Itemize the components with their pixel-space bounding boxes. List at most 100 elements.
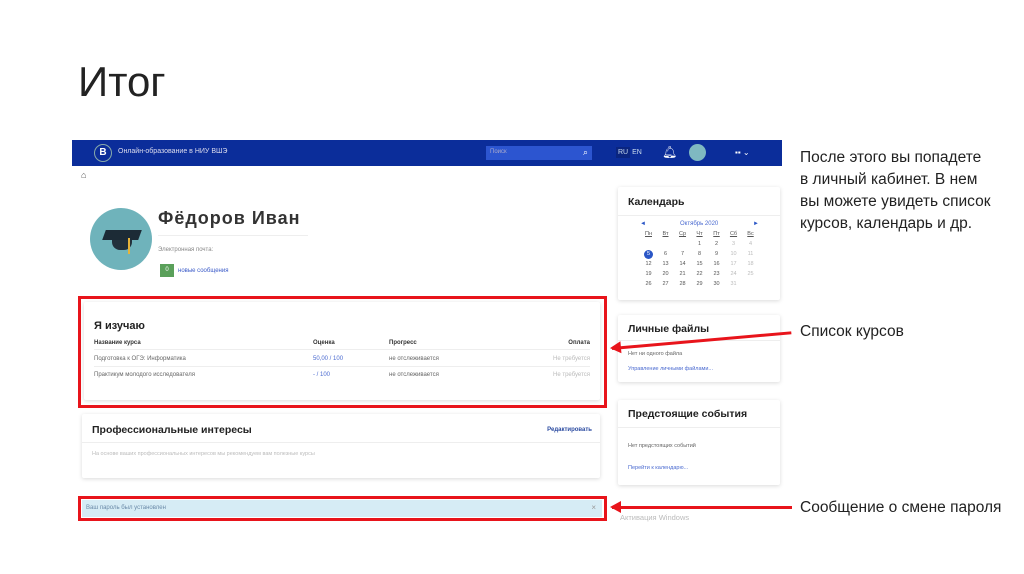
calendar-title: Календарь: [628, 196, 685, 208]
search-icon[interactable]: ⌕: [583, 147, 588, 158]
hse-logo-icon[interactable]: В: [94, 144, 112, 162]
chevron-down-icon[interactable]: ⌄: [743, 148, 750, 157]
calendar-day[interactable]: 8: [691, 249, 708, 259]
calendar-day[interactable]: 9: [708, 249, 725, 259]
calendar-day[interactable]: 28: [674, 279, 691, 289]
user-menu[interactable]: ▪▪ ⌄: [735, 148, 750, 157]
calendar-day[interactable]: 13: [657, 259, 674, 269]
events-empty: Нет предстоящих событий: [628, 443, 696, 449]
calendar-day[interactable]: 23: [708, 269, 725, 279]
calendar-day[interactable]: 22: [691, 269, 708, 279]
alert-text: Ваш пароль был установлен: [86, 505, 166, 511]
calendar-day[interactable]: 6: [657, 249, 674, 259]
calendar-day[interactable]: 30: [708, 279, 725, 289]
course-name[interactable]: Практикум молодого исследователя: [94, 372, 195, 378]
screenshot: В Онлайн-образование в НИУ ВШЭ Поиск ⌕ RU…: [72, 140, 782, 530]
weekday-label: Вт: [662, 231, 669, 237]
slide-description: После этого вы попадете в личный кабинет…: [800, 147, 991, 235]
weekday-label: Пн: [645, 231, 652, 237]
events-card: Предстоящие события Нет предстоящих собы…: [618, 400, 780, 485]
email-label: Электронная почта:: [158, 247, 214, 253]
course-progress: не отслеживается: [389, 356, 439, 362]
lang-en[interactable]: EN: [632, 149, 642, 156]
calendar-day[interactable]: 2: [708, 239, 725, 249]
courses-card: Я изучаю Название курса Оценка Прогресс …: [84, 302, 600, 400]
calendar-month: Октябрь 2020: [680, 221, 719, 227]
manage-files-link[interactable]: Управление личными файлами...: [628, 366, 713, 372]
calendar-day[interactable]: 18: [742, 259, 759, 269]
brand-link[interactable]: Онлайн-образование в НИУ ВШЭ: [118, 148, 227, 155]
arrow-password: [610, 501, 792, 513]
next-month-button[interactable]: ►: [753, 221, 759, 227]
description-line: После этого вы попадете: [800, 149, 982, 166]
close-alert-button[interactable]: ×: [591, 503, 596, 512]
calendar-day[interactable]: 29: [691, 279, 708, 289]
interests-title: Профессиональные интересы: [92, 424, 252, 436]
calendar-day[interactable]: 25: [742, 269, 759, 279]
go-to-calendar-link[interactable]: Перейти к календарю...: [628, 465, 688, 471]
calendar-day[interactable]: 31: [725, 279, 742, 289]
calendar-day[interactable]: 26: [640, 279, 657, 289]
calendar-day: [674, 239, 691, 249]
calendar-day: [640, 239, 657, 249]
language-switcher[interactable]: RU EN: [616, 147, 642, 158]
description-line: вы можете увидеть список: [800, 193, 991, 210]
col-grade: Оценка: [313, 340, 335, 346]
weekday-label: Вс: [747, 231, 754, 237]
course-grade[interactable]: - / 100: [313, 372, 330, 378]
today-marker[interactable]: 5: [644, 249, 653, 259]
calendar-day[interactable]: 20: [657, 269, 674, 279]
top-navbar: В Онлайн-образование в НИУ ВШЭ Поиск ⌕ RU…: [72, 140, 782, 166]
col-payment: Оплата: [568, 340, 590, 346]
description-line: курсов, календарь и др.: [800, 215, 973, 232]
calendar-grid: Пн Вт Ср Чт Пт Сб Вс 1 2 3 4 5 6 7 8 9 10 11 12 13 14 15 16 17 1…: [640, 229, 759, 289]
events-title: Предстоящие события: [628, 408, 748, 420]
bell-icon[interactable]: 🔔︎: [662, 145, 677, 159]
weekday-label: Сб: [729, 231, 738, 237]
home-icon[interactable]: ⌂: [81, 170, 86, 180]
messages-count-badge[interactable]: 0: [160, 264, 174, 277]
search-placeholder: Поиск: [490, 149, 507, 155]
interests-card: Профессиональные интересы Редактировать …: [82, 414, 600, 478]
calendar-day[interactable]: 10: [725, 249, 742, 259]
calendar-day[interactable]: 15: [691, 259, 708, 269]
calendar-day: [742, 279, 759, 289]
calendar-day[interactable]: 7: [674, 249, 691, 259]
calendar-day[interactable]: 12: [640, 259, 657, 269]
password-alert: Ваш пароль был установлен ×: [82, 500, 602, 517]
new-messages-link[interactable]: новые сообщения: [178, 268, 228, 274]
course-payment: Не требуется: [553, 356, 590, 362]
calendar-day[interactable]: 14: [674, 259, 691, 269]
description-line: в личный кабинет. В нем: [800, 171, 978, 188]
user-avatar[interactable]: [689, 144, 706, 161]
course-payment: Не требуется: [553, 372, 590, 378]
courses-label: Список курсов: [800, 323, 904, 340]
weekday-label: Пт: [713, 231, 720, 237]
course-name[interactable]: Подготовка к ОГЭ: Информатика: [94, 356, 186, 362]
calendar-day[interactable]: 19: [640, 269, 657, 279]
weekday-label: Ср: [678, 231, 687, 237]
user-name: Фёдоров Иван: [158, 208, 308, 236]
weekday-label: Чт: [696, 231, 703, 237]
course-grade[interactable]: 50,00 / 100: [313, 356, 343, 362]
profile-avatar: [90, 208, 152, 270]
search-input[interactable]: Поиск ⌕: [486, 146, 592, 160]
calendar-day[interactable]: 16: [708, 259, 725, 269]
calendar-day[interactable]: 17: [725, 259, 742, 269]
calendar-day[interactable]: 27: [657, 279, 674, 289]
calendar-day[interactable]: 4: [742, 239, 759, 249]
calendar-day[interactable]: 5: [640, 249, 657, 259]
course-progress: не отслеживается: [389, 372, 439, 378]
prev-month-button[interactable]: ◄: [640, 221, 646, 227]
calendar-day[interactable]: 11: [742, 249, 759, 259]
calendar-day[interactable]: 21: [674, 269, 691, 279]
lang-ru[interactable]: RU: [616, 147, 631, 158]
calendar-card: Календарь ◄ Октябрь 2020 ► Пн Вт Ср Чт Пт Сб В…: [618, 187, 780, 300]
col-name: Название курса: [94, 340, 141, 346]
files-title: Личные файлы: [628, 323, 710, 335]
calendar-day[interactable]: 24: [725, 269, 742, 279]
courses-title: Я изучаю: [94, 320, 145, 332]
calendar-day[interactable]: 1: [691, 239, 708, 249]
calendar-day[interactable]: 3: [725, 239, 742, 249]
edit-interests-link[interactable]: Редактировать: [547, 427, 592, 433]
